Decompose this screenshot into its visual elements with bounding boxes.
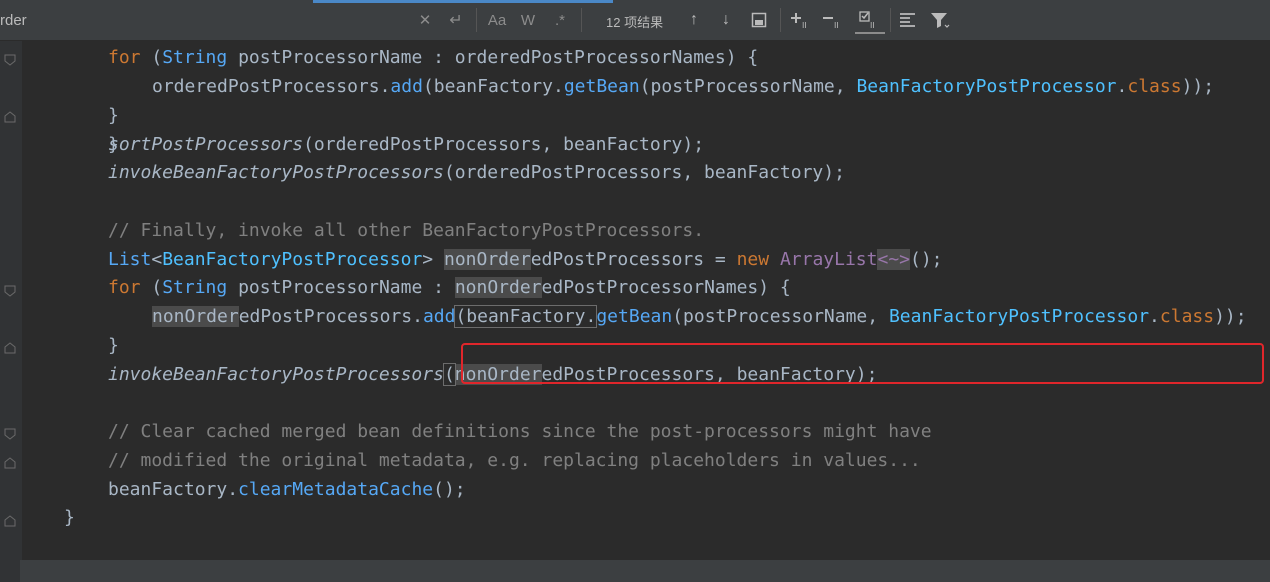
search-input[interactable] <box>0 9 150 31</box>
keyword: for <box>108 277 141 298</box>
method-call: add <box>390 76 423 97</box>
code-text: (beanFactory. <box>422 76 564 97</box>
prev-occurrence-icon[interactable]: ↑ <box>684 8 704 32</box>
method-call: getBean <box>563 76 640 97</box>
add-selection-icon[interactable]: II <box>789 8 815 32</box>
code-text: )); <box>1214 306 1247 327</box>
code-line: for (String postProcessorName : orderedP… <box>108 44 758 72</box>
method-call: clearMetadataCache <box>238 479 434 500</box>
code-text: (beanFactory. <box>454 305 598 328</box>
code-text: ( <box>140 47 163 68</box>
svg-text:II: II <box>870 21 875 29</box>
code-line: } <box>108 332 119 360</box>
code-text: } <box>108 335 119 356</box>
fold-icon[interactable] <box>4 285 16 297</box>
code-line: beanFactory.clearMetadataCache(); <box>108 476 466 504</box>
code-text: (); <box>433 479 466 500</box>
static-method-call: invokeBeanFactoryPostProcessors <box>108 162 444 183</box>
method-call: getBean <box>596 306 673 327</box>
code-text: . <box>1116 76 1128 97</box>
code-text: (); <box>910 249 943 270</box>
svg-text:II: II <box>834 21 839 29</box>
code-text: beanFactory. <box>108 479 239 500</box>
static-method-call: sortPostProcessors <box>108 134 304 155</box>
class-name: BeanFactoryPostProcessor <box>162 249 423 270</box>
find-bar-accent <box>313 0 613 3</box>
filter-icon[interactable] <box>928 8 952 32</box>
code-text: } <box>108 105 119 126</box>
svg-text:II: II <box>802 21 807 29</box>
code-text: postProcessorName : orderedPostProcessor… <box>227 47 759 68</box>
code-text: . <box>1149 306 1160 327</box>
select-all-icon[interactable] <box>748 8 770 32</box>
match-case-icon[interactable]: Aa <box>484 8 510 32</box>
static-method-call: invokeBeanFactoryPostProcessors <box>108 364 444 385</box>
code-comment: // Finally, invoke all other BeanFactory… <box>108 220 705 241</box>
regex-icon[interactable]: .* <box>549 8 571 32</box>
next-occurrence-icon[interactable]: ↓ <box>716 8 736 32</box>
method-call: add <box>422 306 456 327</box>
fold-icon[interactable] <box>4 111 16 123</box>
code-text: ( <box>140 277 163 298</box>
code-text: (postProcessorName, <box>672 306 889 327</box>
code-line: sortPostProcessors(orderedPostProcessors… <box>108 131 704 159</box>
type-name: String <box>162 47 228 68</box>
code-text: postProcessorName : <box>227 277 455 298</box>
code-line: } <box>108 102 119 130</box>
code-text: < <box>151 249 163 270</box>
type-name: List <box>108 249 152 270</box>
next-method-signature-strip <box>20 560 1270 582</box>
code-text: )); <box>1181 76 1215 97</box>
divider <box>780 8 781 32</box>
code-line: } <box>64 504 75 532</box>
code-comment: // Clear cached merged bean definitions … <box>108 421 932 442</box>
class-name: BeanFactoryPostProcessor <box>888 306 1150 327</box>
fold-icon[interactable] <box>4 342 16 354</box>
remove-selection-icon[interactable]: II <box>821 8 847 32</box>
code-text: edPostProcessors = <box>530 249 737 270</box>
code-comment: // modified the original metadata, e.g. … <box>108 450 921 471</box>
words-icon[interactable]: W <box>517 8 539 32</box>
select-all-occurrences-icon[interactable]: II <box>855 8 885 34</box>
code-text: edPostProcessors. <box>238 306 423 327</box>
match-count: 12 项结果 <box>606 15 664 30</box>
fold-icon[interactable] <box>4 515 16 527</box>
code-text: } <box>64 507 75 528</box>
class-name: BeanFactoryPostProcessor <box>856 76 1117 97</box>
divider <box>581 8 582 32</box>
search-match-highlight: nonOrder <box>443 249 531 270</box>
code-line: List<BeanFactoryPostProcessor> nonOrdere… <box>108 246 943 274</box>
code-line: invokeBeanFactoryPostProcessors(orderedP… <box>108 159 845 187</box>
keyword: class <box>1127 76 1182 97</box>
code-text: edPostProcessorNames) { <box>541 277 791 298</box>
type-name: String <box>162 277 228 298</box>
code-text: (postProcessorName, <box>639 76 857 97</box>
fold-icon[interactable] <box>4 428 16 440</box>
code-text: > <box>422 249 444 270</box>
search-match-highlight: nonOrder <box>454 277 542 298</box>
class-name: ArrayList <box>769 249 878 270</box>
code-text: orderedPostProcessors. <box>152 76 391 97</box>
history-icon[interactable]: ↵ <box>446 8 466 32</box>
keyword: for <box>108 47 141 68</box>
clear-icon[interactable]: ✕ <box>416 8 434 32</box>
editor-gutter <box>0 41 22 582</box>
code-text: ( <box>442 363 456 386</box>
code-line: nonOrderedPostProcessors.add(beanFactory… <box>152 303 1247 331</box>
fold-icon[interactable] <box>4 54 16 66</box>
code-line: for (String postProcessorName : nonOrder… <box>108 274 791 302</box>
search-match-highlight: nonOrder <box>152 306 239 327</box>
find-bar: ✕ ↵ Aa W .* 12 项结果 ↑ ↓ II II II <box>0 0 1270 41</box>
diamond-folded[interactable]: <~> <box>877 249 910 270</box>
highlight-annotation-box <box>461 343 1264 384</box>
code-text: (orderedPostProcessors, beanFactory); <box>443 162 845 183</box>
divider <box>890 8 891 32</box>
code-text: (orderedPostProcessors, beanFactory); <box>303 134 705 155</box>
keyword: new <box>736 249 770 270</box>
filter-lines-icon[interactable] <box>897 8 919 32</box>
keyword: class <box>1159 306 1215 327</box>
divider <box>476 8 477 32</box>
code-line: orderedPostProcessors.add(beanFactory.ge… <box>152 73 1214 101</box>
fold-icon[interactable] <box>4 457 16 469</box>
